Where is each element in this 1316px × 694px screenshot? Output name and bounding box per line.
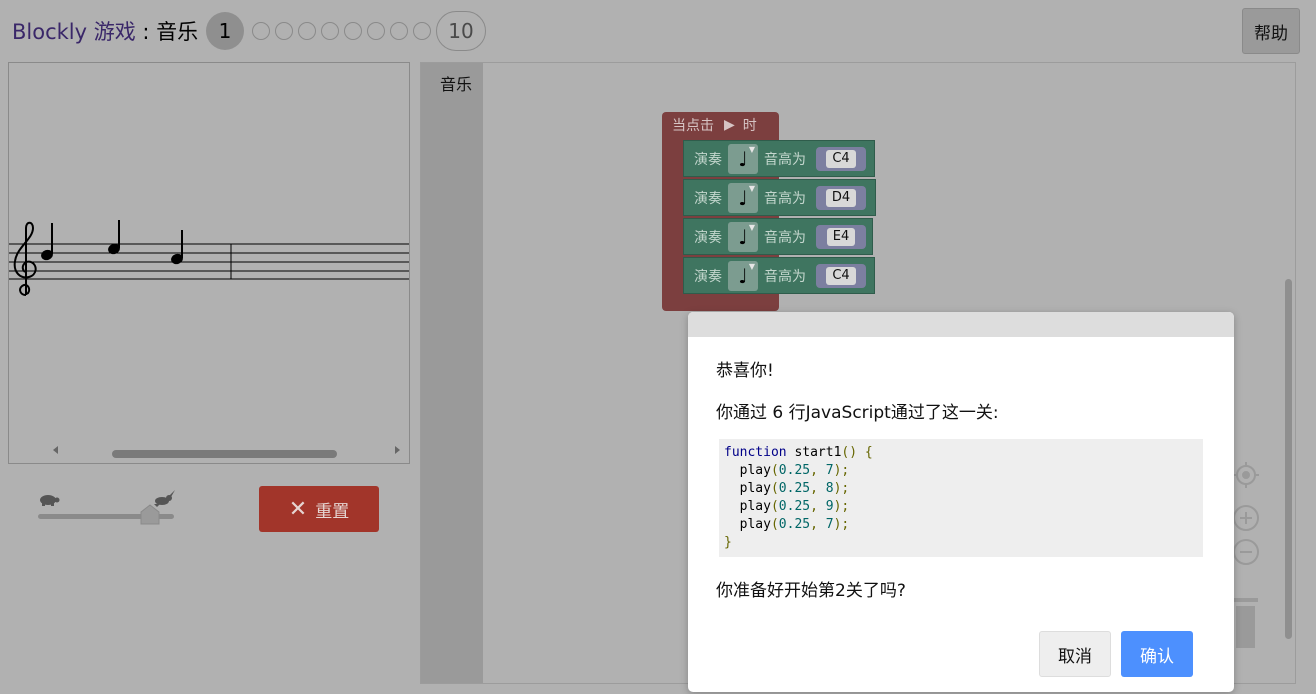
game-name: 音乐 — [156, 20, 199, 44]
note-duration-dropdown[interactable]: ♩ ▼ — [728, 260, 758, 291]
pitch-field[interactable]: E4 — [816, 224, 866, 249]
play-note-block[interactable]: 演奏 ♩ ▼ 音高为 C4 — [683, 257, 875, 294]
pitch-label: 音高为 — [764, 268, 806, 285]
zoom-out-icon[interactable] — [1233, 539, 1259, 565]
level-dot[interactable] — [412, 22, 431, 40]
level-dot[interactable] — [389, 22, 408, 40]
play-label: 演奏 — [694, 268, 722, 285]
code-line: play(0.25, 9); — [739, 499, 850, 514]
level-last[interactable]: 10 — [436, 11, 486, 51]
pitch-value: E4 — [826, 227, 856, 246]
quarter-note-icon: ♩ — [738, 263, 748, 288]
dialog-title-bar[interactable] — [688, 312, 1234, 337]
turtle-icon — [40, 495, 60, 506]
dialog-summary: 你通过 6 行JavaScript通过了这一关: — [716, 403, 999, 423]
rabbit-icon — [154, 490, 175, 507]
recenter-icon[interactable] — [1233, 462, 1259, 488]
speed-slider[interactable] — [34, 488, 182, 528]
note-duration-dropdown[interactable]: ♩ ▼ — [728, 221, 758, 252]
play-label: 演奏 — [694, 151, 722, 168]
level-dot[interactable] — [343, 22, 362, 40]
hat-suffix: 时 — [742, 118, 757, 134]
chevron-down-icon: ▼ — [748, 261, 755, 271]
code-line: play(0.25, 8); — [739, 481, 850, 496]
treble-clef-icon — [13, 221, 37, 296]
reset-label: 重置 — [315, 501, 350, 522]
workspace-scrollbar[interactable] — [1285, 279, 1292, 639]
level-dot[interactable] — [274, 22, 293, 40]
page-title: Blockly 游戏 : 音乐 — [12, 18, 198, 46]
level-current[interactable]: 1 — [206, 12, 244, 50]
when-clicked-label: 当点击 ▶ 时 — [672, 115, 757, 135]
level-dot[interactable] — [251, 22, 270, 40]
pitch-field[interactable]: C4 — [816, 263, 866, 288]
quarter-note-icon: ♩ — [738, 146, 748, 171]
level-dot[interactable] — [320, 22, 339, 40]
play-label: 演奏 — [694, 190, 722, 207]
slider-handle[interactable] — [140, 504, 160, 525]
pitch-label: 音高为 — [764, 229, 806, 246]
play-note-block[interactable]: 演奏 ♩ ▼ 音高为 C4 — [683, 140, 875, 177]
pitch-value: C4 — [826, 149, 856, 168]
level-complete-dialog: 恭喜你! 你通过 6 行JavaScript通过了这一关: function s… — [688, 312, 1234, 692]
chevron-down-icon: ▼ — [748, 222, 755, 232]
pitch-field[interactable]: C4 — [816, 146, 866, 171]
note-2 — [108, 220, 120, 255]
dialog-congrats: 恭喜你! — [716, 361, 774, 381]
quarter-note-icon: ♩ — [738, 185, 748, 210]
blockly-music-page: Blockly 游戏 : 音乐 1 10 帮助 ✕ 重置 音乐 当点击 ▶ 时 … — [0, 0, 1316, 694]
help-button[interactable]: 帮助 — [1242, 8, 1300, 54]
level-dot[interactable] — [297, 22, 316, 40]
note-duration-dropdown[interactable]: ♩ ▼ — [728, 182, 758, 213]
hat-prefix: 当点击 — [672, 118, 714, 134]
dialog-question: 你准备好开始第2关了吗? — [716, 581, 906, 601]
music-staff — [9, 220, 409, 458]
pitch-field[interactable]: D4 — [816, 185, 866, 210]
play-note-block[interactable]: 演奏 ♩ ▼ 音高为 E4 — [683, 218, 873, 255]
level-selector: 1 10 — [206, 11, 486, 51]
staff-scrollbar[interactable] — [53, 446, 400, 458]
brand-link[interactable]: Blockly 游戏 — [12, 20, 136, 44]
chevron-down-icon: ▼ — [748, 144, 755, 154]
code-line: play(0.25, 7); — [739, 463, 850, 478]
music-staff-panel — [8, 62, 410, 464]
play-note-block[interactable]: 演奏 ♩ ▼ 音高为 D4 — [683, 179, 876, 216]
note-1 — [41, 223, 53, 261]
code-header: function start1() { — [724, 445, 873, 460]
trash-icon[interactable] — [1234, 598, 1258, 648]
cancel-button[interactable]: 取消 — [1039, 631, 1111, 677]
code-box: function start1() { play(0.25, 7); play(… — [719, 439, 1203, 557]
confirm-button[interactable]: 确认 — [1121, 631, 1193, 677]
workspace-controls — [1233, 462, 1259, 648]
title-separator: : — [135, 20, 157, 44]
code-footer: } — [724, 535, 732, 550]
close-icon: ✕ — [288, 496, 308, 522]
pitch-value: D4 — [825, 188, 857, 207]
note-duration-dropdown[interactable]: ♩ ▼ — [728, 143, 758, 174]
level-dot[interactable] — [366, 22, 385, 40]
note-3 — [171, 230, 183, 265]
toolbox-category-music[interactable]: 音乐 — [440, 71, 472, 95]
pitch-label: 音高为 — [764, 151, 806, 168]
play-icon: ▶ — [724, 117, 735, 133]
quarter-note-icon: ♩ — [738, 224, 748, 249]
reset-button[interactable]: ✕ 重置 — [259, 486, 379, 532]
play-label: 演奏 — [694, 229, 722, 246]
chevron-down-icon: ▼ — [748, 183, 755, 193]
zoom-in-icon[interactable] — [1233, 505, 1259, 531]
pitch-value: C4 — [826, 266, 856, 285]
code-line: play(0.25, 7); — [739, 517, 850, 532]
pitch-label: 音高为 — [764, 190, 806, 207]
toolbox: 音乐 — [421, 63, 483, 683]
